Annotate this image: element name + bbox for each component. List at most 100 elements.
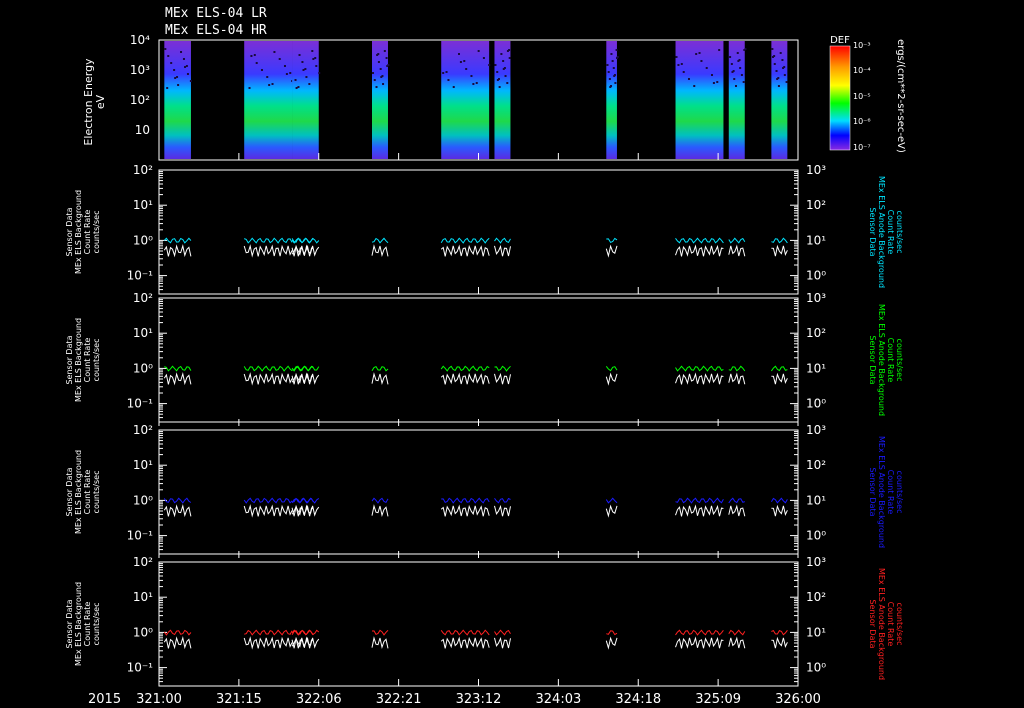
spectrogram-speckle	[311, 50, 314, 52]
spectrogram-ylabel-2: eV	[94, 94, 107, 109]
left-axis-label: Sensor Data	[65, 467, 74, 516]
spectrogram-speckle	[185, 65, 188, 67]
spectrogram-speckle	[773, 63, 776, 65]
right-axis-label: Sensor Data	[868, 467, 877, 516]
right-axis-label: Count Rate	[886, 338, 895, 383]
right-tick-label: 10²	[806, 590, 826, 604]
spectrogram-speckle	[785, 81, 788, 83]
spectrogram-speckle	[266, 76, 269, 78]
left-tick-label: 10⁰	[133, 233, 153, 247]
spectrogram-speckle	[736, 52, 739, 54]
spectrogram-speckle	[308, 83, 311, 85]
spectrogram-speckle	[273, 51, 276, 53]
spectrogram-speckle	[271, 83, 274, 85]
spectrogram-speckle	[733, 78, 736, 80]
spectrogram-block	[494, 41, 511, 159]
right-tick-label: 10³	[806, 555, 826, 569]
colorbar-tick-1: 10⁻³	[853, 41, 871, 50]
line-panel-4: 10² 10³10¹ 10²10⁰ 10¹10⁻¹ 10⁰Sensor Data MEx …	[65, 555, 904, 687]
colorbar-label: DEF	[830, 35, 850, 46]
spectrogram-speckle	[176, 76, 179, 78]
right-tick-label: 10²	[806, 326, 826, 340]
left-axis-label: Count Rate	[83, 602, 92, 647]
spectrogram-speckle	[472, 83, 475, 85]
spectrogram-speckle	[377, 61, 380, 63]
panel-frame	[158, 297, 799, 423]
spectrogram-speckle	[783, 74, 786, 76]
spectrogram-speckle	[611, 60, 614, 62]
spectrogram-speckle	[315, 65, 318, 67]
spectrogram-blocks	[164, 41, 788, 159]
spectrogram-speckle	[500, 53, 503, 55]
spectrogram-ytick-2: 10³	[130, 63, 150, 77]
spectrogram-speckle	[387, 64, 390, 66]
spectrogram-ytick-1: 10⁴	[130, 33, 150, 47]
spectrogram-speckle	[740, 74, 743, 76]
spectrogram-speckle	[771, 48, 774, 50]
spectrogram-speckle	[180, 51, 183, 53]
colorbar-scale	[829, 45, 851, 151]
left-tick-label: 10⁰	[133, 361, 153, 375]
spectrogram-speckle	[164, 48, 167, 50]
spectrogram-speckle	[677, 64, 680, 66]
left-tick-label: 10²	[133, 291, 153, 305]
spectrogram-speckle	[496, 71, 499, 73]
spectrogram-block	[728, 41, 745, 159]
right-axis-label: Sensor Data	[868, 599, 877, 648]
spectrogram-speckle	[494, 64, 497, 66]
spectrogram-speckle	[302, 69, 305, 71]
x-tick-label: 325:09	[695, 692, 741, 707]
right-tick-label: 10⁰	[806, 397, 826, 411]
spectrogram-speckle	[732, 70, 735, 72]
left-tick-label: 10¹	[133, 326, 153, 340]
title-lr: MEx ELS-04 LR	[165, 6, 267, 21]
right-tick-label: 10¹	[806, 625, 826, 639]
colorbar-tick-2: 10⁻⁴	[853, 66, 871, 75]
spectrogram-block	[606, 41, 617, 159]
spectrogram-speckle	[283, 65, 286, 67]
left-tick-label: 10¹	[133, 198, 153, 212]
panel-frame	[158, 169, 799, 295]
spectrogram-speckle	[775, 70, 778, 72]
spectrogram-speckle	[289, 72, 292, 74]
spectrogram-speckle	[452, 86, 455, 88]
spectrogram-speckle	[606, 64, 609, 66]
right-axis-label: Count Rate	[886, 602, 895, 647]
spectrogram-speckle	[457, 53, 460, 55]
right-axis-label: counts/sec	[895, 211, 904, 254]
spectrogram-speckle	[318, 72, 321, 74]
right-tick-label: 10³	[806, 291, 826, 305]
spectrogram-ytick-3: 10²	[130, 93, 150, 107]
spectrogram-speckle	[739, 67, 742, 69]
spectrogram-speckle	[312, 58, 315, 60]
spectrogram-speckle	[730, 63, 733, 65]
spectrogram-speckle	[744, 48, 747, 50]
left-tick-label: 10⁻¹	[127, 269, 154, 283]
spectrogram-speckle	[488, 64, 491, 66]
right-axis-label: counts/sec	[895, 603, 904, 646]
spectrogram-speckle	[278, 58, 281, 60]
colorbar-tick-5: 10⁻⁷	[853, 143, 871, 152]
spectrogram-speckle	[382, 83, 385, 85]
right-tick-label: 10¹	[806, 493, 826, 507]
spectrogram-speckle	[381, 75, 384, 77]
spectrogram-speckle	[297, 86, 300, 88]
right-axis-label: Count Rate	[886, 470, 895, 515]
spectrogram-speckle	[729, 56, 732, 58]
spectrogram-speckle	[735, 85, 738, 87]
spectrogram-speckle	[459, 61, 462, 63]
spectrogram-speckle	[170, 62, 173, 64]
spectrogram-speckle	[305, 76, 308, 78]
right-axis-label: MEx ELS Anode Background	[877, 304, 886, 416]
spectrogram-speckle	[675, 56, 678, 58]
spectrogram-speckle	[177, 84, 180, 86]
title-hr: MEx ELS-04 HR	[165, 23, 267, 38]
x-tick-label: 326:00	[775, 692, 821, 707]
spectrogram-speckle	[250, 55, 253, 57]
spectrogram-speckle	[718, 49, 721, 51]
spectrogram-speckle	[465, 68, 468, 70]
spectrogram-speckle	[612, 67, 615, 69]
right-axis-label: counts/sec	[895, 339, 904, 382]
right-tick-label: 10¹	[806, 233, 826, 247]
spectrogram-speckle	[610, 85, 613, 87]
